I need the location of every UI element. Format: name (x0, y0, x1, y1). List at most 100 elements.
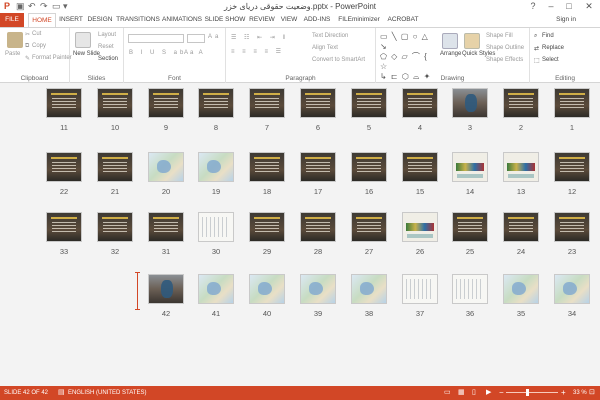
section-button[interactable]: Section (98, 56, 118, 62)
tab-acrobat[interactable]: ACROBAT (386, 13, 420, 27)
reset-button[interactable]: Reset (98, 44, 114, 50)
tab-add-ins[interactable]: ADD-INS (302, 13, 332, 27)
shrink-font-icon[interactable]: a (215, 34, 218, 40)
slide-thumbnail[interactable] (46, 152, 82, 182)
spellcheck-icon[interactable]: ▤ (58, 386, 65, 400)
format-painter-icon[interactable]: ✎ (25, 55, 30, 62)
shape-outline-button[interactable]: Shape Outline (486, 45, 524, 51)
tab-design[interactable]: DESIGN (86, 13, 114, 27)
convert-smartart-button[interactable]: Convert to SmartArt (312, 57, 365, 63)
slide-thumbnail[interactable] (198, 274, 234, 304)
font-style-icons[interactable]: B I U S ab (129, 50, 186, 56)
zoom-slider-handle[interactable] (526, 389, 529, 396)
slide-thumbnail[interactable] (249, 274, 285, 304)
scissors-icon[interactable]: ✂ (25, 31, 30, 38)
tab-review[interactable]: REVIEW (248, 13, 276, 27)
paste-button[interactable]: Paste (5, 51, 20, 57)
text-direction-button[interactable]: Text Direction (312, 33, 348, 39)
slide-thumbnail[interactable] (402, 152, 438, 182)
slide-thumbnail[interactable] (351, 88, 387, 118)
slide-thumbnail[interactable] (452, 212, 488, 242)
font-color-icons[interactable]: Aa A (184, 50, 205, 56)
zoom-out-button[interactable]: − (499, 386, 504, 400)
slide-sorter-view-icon[interactable]: ▦ (458, 386, 465, 400)
slide-thumbnail[interactable] (97, 152, 133, 182)
replace-button[interactable]: Replace (542, 45, 564, 51)
arrange-button[interactable]: Arrange (440, 51, 461, 57)
slide-thumbnail[interactable] (503, 212, 539, 242)
shapes-gallery[interactable]: ▭ ╲ ▢ ○ △ ↘⬠ ◇ ▱ ⌒ { ☆↳ ⊏ ⬡ ⌓ ✦ ▾ (380, 32, 436, 91)
shape-effects-button[interactable]: Shape Effects (486, 57, 523, 63)
slide-thumbnail[interactable] (148, 274, 184, 304)
slide-thumbnail[interactable] (554, 274, 590, 304)
slide-thumbnail[interactable] (452, 152, 488, 182)
shape-fill-button[interactable]: Shape Fill (486, 33, 513, 39)
slide-thumbnail[interactable] (97, 212, 133, 242)
fit-to-window-icon[interactable]: ⊡ (589, 386, 595, 400)
slide-thumbnail[interactable] (249, 88, 285, 118)
new-slide-icon[interactable] (75, 32, 91, 48)
slide-thumbnail[interactable] (452, 88, 488, 118)
align-icons[interactable]: ≡ ≡ ≡ ≡ ☰ (231, 48, 284, 55)
cut-button[interactable]: Cut (32, 31, 41, 37)
align-text-button[interactable]: Align Text (312, 45, 338, 51)
font-name-combo[interactable] (128, 34, 184, 43)
grow-font-icon[interactable]: A (208, 34, 212, 40)
layout-button[interactable]: Layout (98, 32, 116, 38)
tab-fileminimizer[interactable]: FILEminimizer (334, 13, 384, 27)
tab-view[interactable]: VIEW (278, 13, 300, 27)
slide-thumbnail[interactable] (148, 152, 184, 182)
slide-thumbnail[interactable] (554, 88, 590, 118)
zoom-in-button[interactable]: + (561, 386, 566, 400)
tab-file[interactable]: FILE (0, 13, 24, 27)
slide-thumbnail[interactable] (148, 88, 184, 118)
list-icons[interactable]: ☰ ☷ ⇤ ⇥ ‖ (231, 34, 288, 41)
slide-thumbnail[interactable] (46, 88, 82, 118)
slide-thumbnail[interactable] (249, 152, 285, 182)
zoom-level[interactable]: 33 % (573, 386, 587, 400)
maximize-button[interactable]: □ (560, 0, 578, 13)
slide-thumbnail[interactable] (402, 88, 438, 118)
new-slide-button[interactable]: New Slide (73, 51, 100, 57)
copy-icon[interactable]: ⧉ (25, 43, 29, 50)
sign-in-link[interactable]: Sign in (556, 13, 576, 27)
slide-thumbnail[interactable] (554, 212, 590, 242)
slide-thumbnail[interactable] (402, 212, 438, 242)
language-indicator[interactable]: ENGLISH (UNITED STATES) (68, 386, 146, 400)
format-painter-button[interactable]: Format Painter (32, 55, 72, 61)
replace-icon[interactable]: ⇄ (534, 45, 539, 52)
slide-thumbnail[interactable] (300, 274, 336, 304)
zoom-slider[interactable] (506, 392, 558, 393)
slide-thumbnail[interactable] (249, 212, 285, 242)
arrange-icon[interactable] (442, 33, 458, 49)
slideshow-view-icon[interactable]: ▶ (486, 386, 491, 400)
slide-thumbnail[interactable] (300, 212, 336, 242)
slide-thumbnail[interactable] (198, 88, 234, 118)
slide-thumbnail[interactable] (148, 212, 184, 242)
slide-thumbnail[interactable] (300, 88, 336, 118)
slide-thumbnail[interactable] (452, 274, 488, 304)
find-icon[interactable]: ⌕ (534, 33, 537, 40)
select-button[interactable]: Select (542, 57, 559, 63)
slide-thumbnail[interactable] (351, 152, 387, 182)
slide-thumbnail[interactable] (46, 212, 82, 242)
close-button[interactable]: ✕ (580, 0, 598, 13)
quick-styles-icon[interactable] (464, 33, 480, 49)
tab-transitions[interactable]: TRANSITIONS (116, 13, 160, 27)
normal-view-icon[interactable]: ▭ (444, 386, 451, 400)
slide-thumbnail[interactable] (300, 152, 336, 182)
slide-thumbnail[interactable] (198, 152, 234, 182)
slide-thumbnail[interactable] (198, 212, 234, 242)
slide-thumbnail[interactable] (351, 212, 387, 242)
slide-thumbnail[interactable] (503, 274, 539, 304)
find-button[interactable]: Find (542, 33, 554, 39)
font-size-combo[interactable] (187, 34, 205, 43)
tab-insert[interactable]: INSERT (58, 13, 84, 27)
slide-thumbnail[interactable] (503, 88, 539, 118)
slide-thumbnail[interactable] (351, 274, 387, 304)
reading-view-icon[interactable]: ▯ (472, 386, 476, 400)
tab-slide-show[interactable]: SLIDE SHOW (204, 13, 246, 27)
select-icon[interactable]: ⬚ (534, 57, 540, 64)
slide-thumbnail[interactable] (402, 274, 438, 304)
slide-thumbnail[interactable] (97, 88, 133, 118)
